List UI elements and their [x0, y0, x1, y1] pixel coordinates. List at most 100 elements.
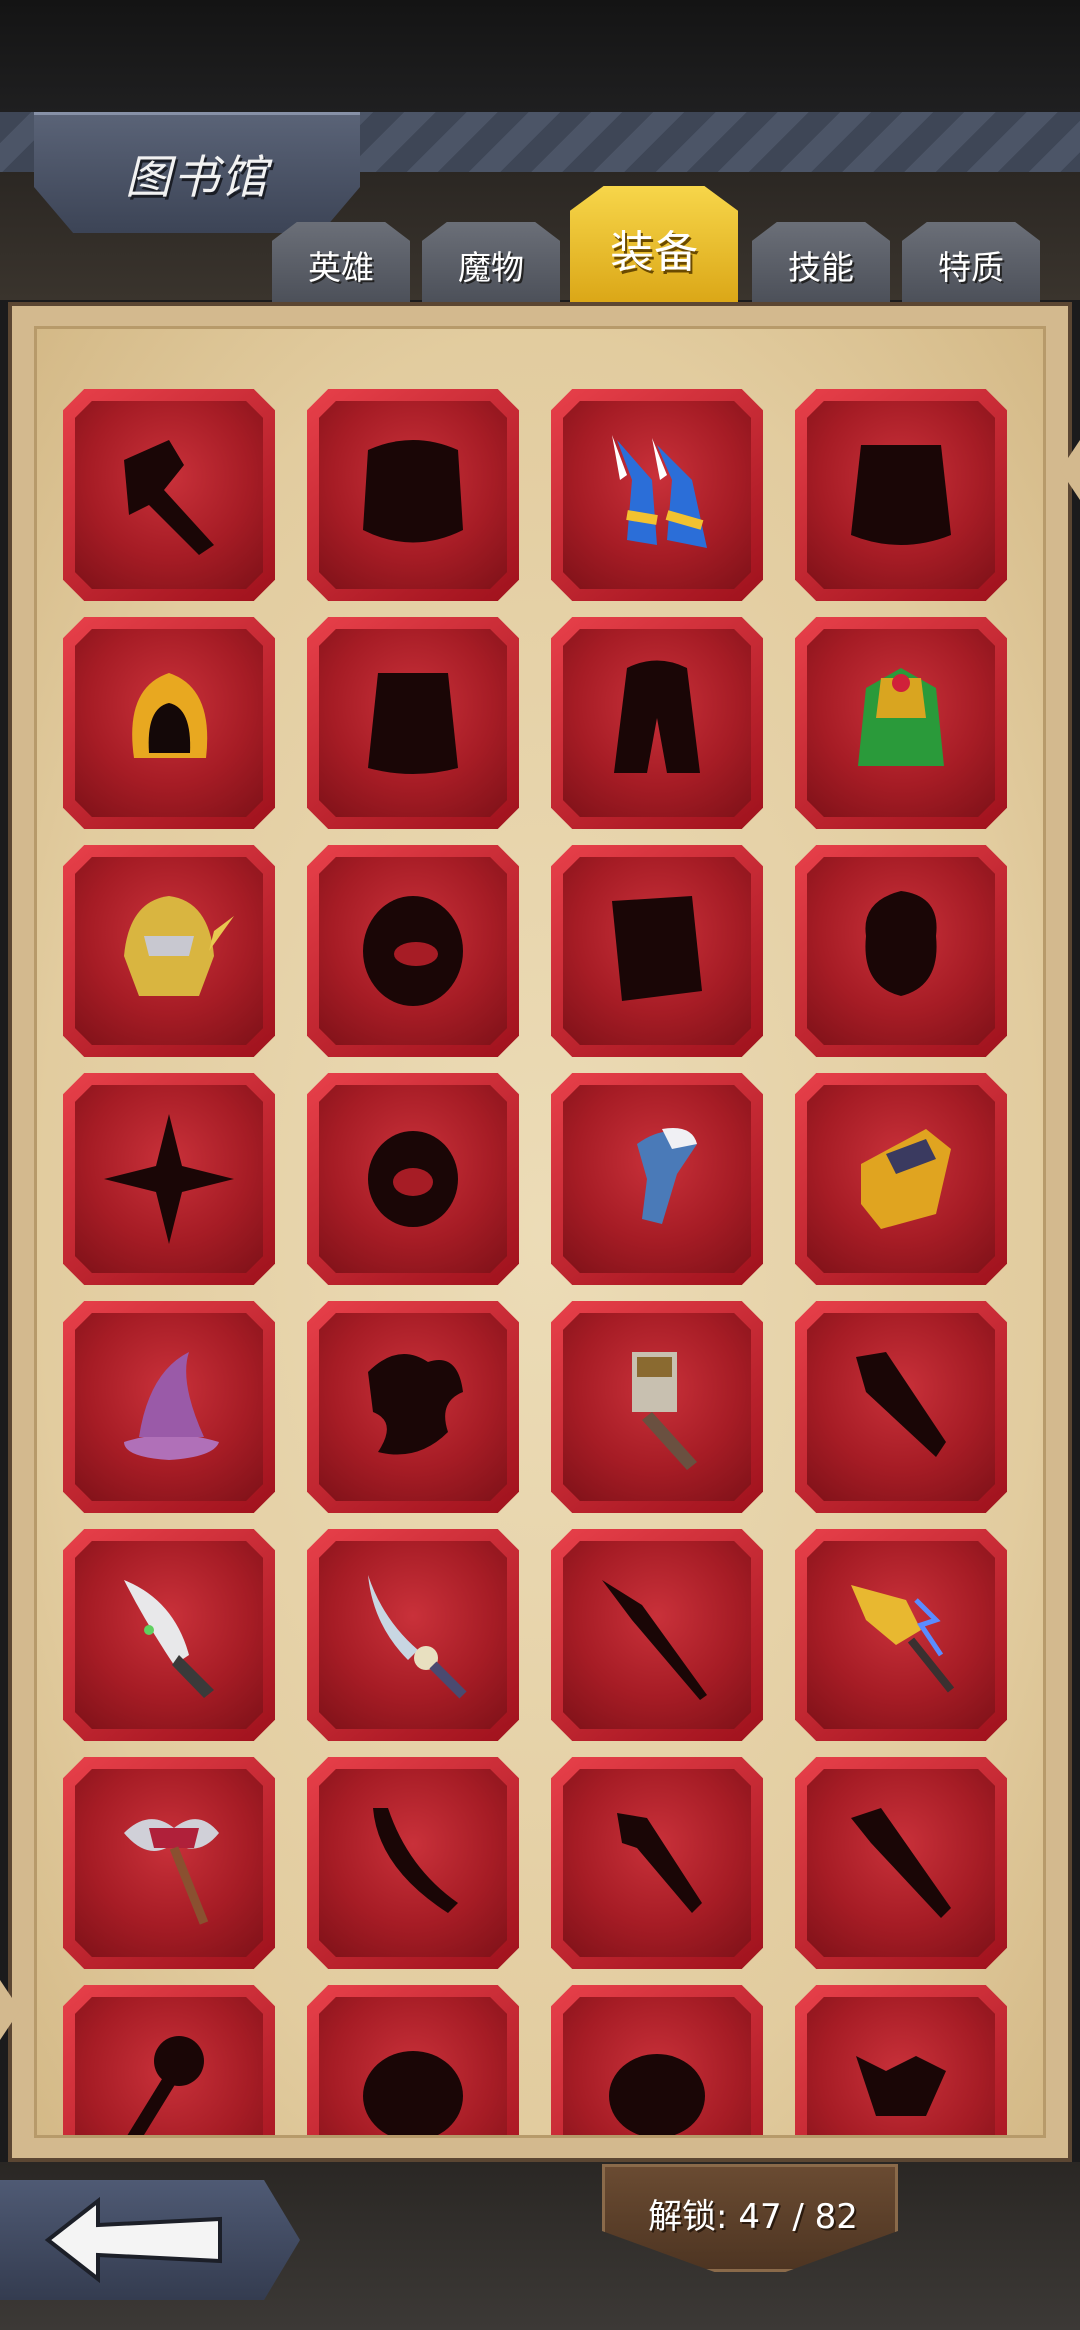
war-hammer-icon [632, 1352, 697, 1470]
equipment-slot-locked-dragon[interactable] [307, 1301, 519, 1513]
equipment-slot-locked-orb[interactable] [307, 1985, 519, 2135]
equipment-slot-locked-ring[interactable] [307, 845, 519, 1057]
tab-skills[interactable]: 技能 [752, 222, 890, 308]
slot-frame [807, 1085, 995, 1273]
robe-silhouette [368, 673, 458, 774]
tab-equipment[interactable]: 装备 [570, 186, 738, 310]
mace-silhouette [609, 2054, 705, 2135]
slot-frame [319, 1769, 507, 1957]
equipment-slot-locked-amulet[interactable] [795, 845, 1007, 1057]
tab-label: 英雄 [308, 248, 374, 287]
equipment-slot-locked-staff[interactable] [63, 1985, 275, 2135]
bracelet-silhouette [368, 1131, 458, 1227]
slot-frame [75, 1769, 263, 1957]
item-grid [63, 389, 1043, 2135]
slot-frame [75, 1085, 263, 1273]
equipment-slot-golden-gauntlet[interactable] [795, 1073, 1007, 1285]
lightning-spear-icon [851, 1585, 955, 1693]
equipment-slot-double-axe[interactable] [63, 1757, 275, 1969]
equipment-slot-locked-mace[interactable] [551, 1985, 763, 2135]
equipment-slot-frost-claw[interactable] [551, 1073, 763, 1285]
dragon-silhouette [368, 1354, 463, 1455]
equipment-slot-locked-bracelet[interactable] [307, 1073, 519, 1285]
library-panel [8, 302, 1072, 2162]
slot-frame [319, 629, 507, 817]
axe-silhouette [124, 440, 214, 555]
sword-silhouette [856, 1352, 946, 1457]
tab-label: 魔物 [458, 248, 524, 287]
item-grid-scroll[interactable] [63, 389, 1043, 2135]
winged-boots-icon [612, 435, 707, 548]
equipment-slot-golden-hood[interactable] [63, 617, 275, 829]
slot-frame [807, 401, 995, 589]
equipment-slot-locked-skull[interactable] [795, 1985, 1007, 2135]
equipment-slot-skull-blade[interactable] [307, 1529, 519, 1741]
greatsword-silhouette [617, 1813, 702, 1913]
equipment-slot-locked-blade[interactable] [795, 1757, 1007, 1969]
amulet-silhouette [865, 891, 937, 996]
equipment-slot-jade-armor[interactable] [795, 617, 1007, 829]
dagger-icon [124, 1580, 214, 1698]
back-arrow-icon [44, 2196, 222, 2284]
page-title: 图书馆 [125, 150, 269, 204]
equipment-slot-green-dagger[interactable] [63, 1529, 275, 1741]
double-axe-icon [124, 1819, 219, 1925]
shuriken-silhouette [104, 1114, 234, 1244]
equipment-slot-winged-boots[interactable] [551, 389, 763, 601]
skull-silhouette [856, 2056, 946, 2116]
equipment-slot-locked-scimitar[interactable] [307, 1757, 519, 1969]
golden-hood-icon [132, 673, 208, 758]
slot-frame [807, 1541, 995, 1729]
slot-frame [563, 1769, 751, 1957]
back-button[interactable] [0, 2180, 300, 2300]
staff-silhouette [123, 2036, 204, 2135]
slot-frame [319, 857, 507, 1045]
status-bar-area [0, 0, 1080, 112]
tab-monsters[interactable]: 魔物 [422, 222, 560, 308]
equipment-slot-locked-robe[interactable] [307, 617, 519, 829]
slot-frame [75, 629, 263, 817]
tab-label: 技能 [788, 248, 854, 287]
golden-helmet-icon [124, 896, 234, 996]
equipment-slot-golden-helmet[interactable] [63, 845, 275, 1057]
panel-inner [34, 326, 1046, 2138]
cape-silhouette [614, 660, 700, 773]
equipment-slot-locked-axe[interactable] [63, 389, 275, 601]
slot-frame [75, 1541, 263, 1729]
slot-frame [75, 1313, 263, 1501]
slot-frame [563, 1541, 751, 1729]
slot-frame [563, 1085, 751, 1273]
equipment-slot-wizard-hat[interactable] [63, 1301, 275, 1513]
frost-claw-icon [637, 1128, 697, 1224]
slot-frame [807, 629, 995, 817]
equipment-slot-locked-tome[interactable] [551, 845, 763, 1057]
slot-frame [75, 401, 263, 589]
equipment-slot-locked-shuriken[interactable] [63, 1073, 275, 1285]
tab-label: 装备 [610, 227, 698, 278]
slot-frame [319, 1997, 507, 2135]
equipment-slot-locked-cloak[interactable] [795, 389, 1007, 601]
slot-frame [807, 857, 995, 1045]
jade-armor-icon [858, 668, 944, 766]
slot-frame [319, 1085, 507, 1273]
equipment-slot-war-hammer[interactable] [551, 1301, 763, 1513]
slot-frame [807, 1997, 995, 2135]
scimitar-silhouette [373, 1808, 458, 1913]
orb-silhouette [363, 2051, 463, 2135]
tab-traits[interactable]: 特质 [902, 222, 1040, 308]
equipment-slot-lightning-spear[interactable] [795, 1529, 1007, 1741]
equipment-slot-locked-cape[interactable] [551, 617, 763, 829]
slot-frame [563, 857, 751, 1045]
tab-heroes[interactable]: 英雄 [272, 222, 410, 308]
equipment-slot-locked-sword[interactable] [795, 1301, 1007, 1513]
blade-silhouette [851, 1808, 951, 1918]
slot-frame [563, 1997, 751, 2135]
spear-silhouette [602, 1580, 707, 1700]
unlock-text: 解锁: 47 / 82 [648, 2197, 858, 2237]
cloak-silhouette [851, 445, 951, 545]
equipment-slot-locked-greatsword[interactable] [551, 1757, 763, 1969]
equipment-slot-locked-armor[interactable] [307, 389, 519, 601]
equipment-slot-locked-spear[interactable] [551, 1529, 763, 1741]
golden-gauntlet-icon [861, 1129, 951, 1229]
slot-frame [75, 857, 263, 1045]
